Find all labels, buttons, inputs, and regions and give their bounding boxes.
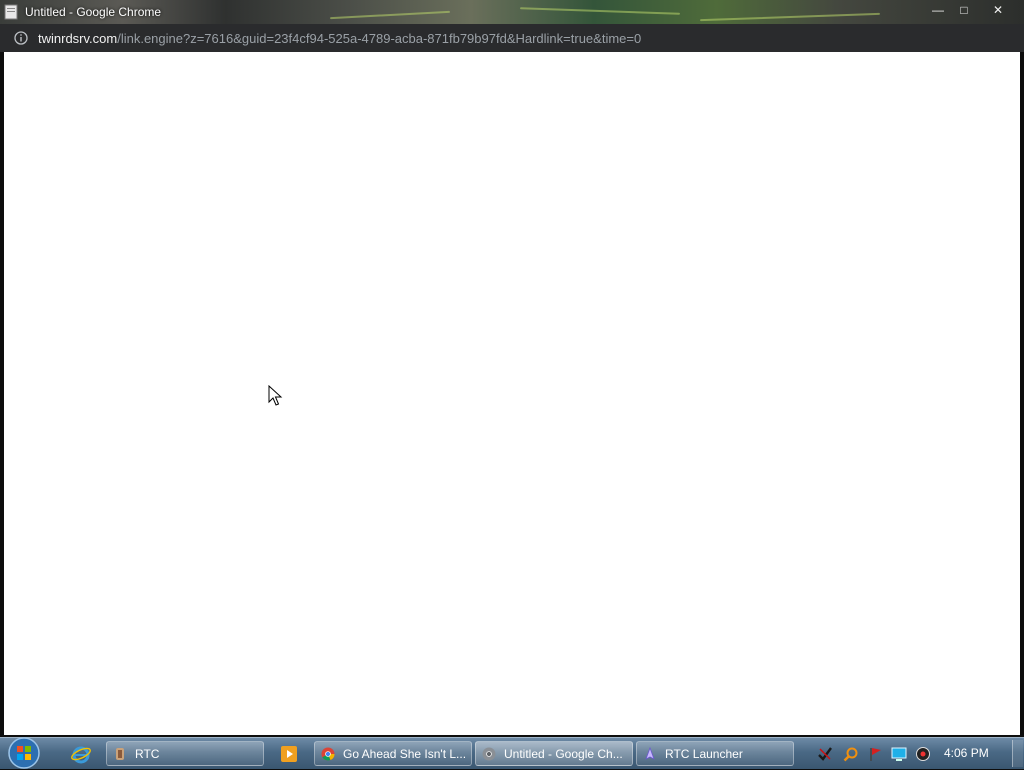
window-title: Untitled - Google Chrome xyxy=(25,5,162,19)
taskbar-item-chrome-go-ahead[interactable]: Go Ahead She Isn't L... xyxy=(314,741,472,766)
title-bar-decoration xyxy=(330,10,450,20)
chrome-icon xyxy=(321,747,335,761)
minimize-button[interactable]: — xyxy=(926,1,950,19)
tray-checkmark-icon[interactable] xyxy=(817,746,833,762)
close-button[interactable]: ✕ xyxy=(986,1,1010,19)
start-button[interactable] xyxy=(6,736,42,770)
mouse-cursor-icon xyxy=(268,385,283,406)
rtc-app-icon xyxy=(116,748,124,760)
system-clock[interactable]: 4:06 PM xyxy=(944,746,989,760)
tray-flag-icon[interactable] xyxy=(868,746,884,762)
url-host: twinrdsrv.com xyxy=(38,31,118,46)
chrome-gray-icon xyxy=(482,747,496,761)
url-path: /link.engine?z=7616&guid=23f4cf94-525a-4… xyxy=(117,31,642,46)
title-bar-decoration xyxy=(520,7,680,15)
taskbar-item-label: RTC xyxy=(135,747,160,761)
taskbar-item-label: RTC Launcher xyxy=(665,747,743,761)
window-menu-icon[interactable] xyxy=(4,4,18,20)
taskbar-item-label: Go Ahead She Isn't L... xyxy=(343,747,467,761)
page-content[interactable] xyxy=(4,52,1020,735)
site-info-icon[interactable] xyxy=(14,31,28,45)
maximize-button[interactable]: □ xyxy=(952,1,976,19)
show-desktop-button[interactable] xyxy=(1012,740,1023,767)
taskbar-item-rtc-launcher[interactable]: RTC Launcher xyxy=(636,741,794,766)
taskbar-item-chrome-untitled[interactable]: Untitled - Google Ch... xyxy=(475,741,633,766)
tray-network-icon[interactable] xyxy=(891,746,907,762)
taskbar-item-rtc[interactable]: RTC xyxy=(106,741,264,766)
url-text[interactable]: twinrdsrv.com/link.engine?z=7616&guid=23… xyxy=(38,31,641,46)
tray-search-icon[interactable] xyxy=(843,746,859,762)
taskbar: RTC Go Ahead She Isn't L... Untitled - G… xyxy=(0,737,1024,769)
title-bar-decoration xyxy=(700,12,880,22)
taskbar-item-label: Untitled - Google Ch... xyxy=(504,747,623,761)
internet-explorer-icon[interactable] xyxy=(70,743,92,765)
launcher-icon xyxy=(645,747,655,760)
window-title-bar[interactable]: Untitled - Google Chrome — □ ✕ xyxy=(0,0,1024,24)
address-bar[interactable]: twinrdsrv.com/link.engine?z=7616&guid=23… xyxy=(0,24,1024,52)
media-player-icon[interactable] xyxy=(278,743,300,765)
tray-volume-icon[interactable] xyxy=(915,746,931,762)
